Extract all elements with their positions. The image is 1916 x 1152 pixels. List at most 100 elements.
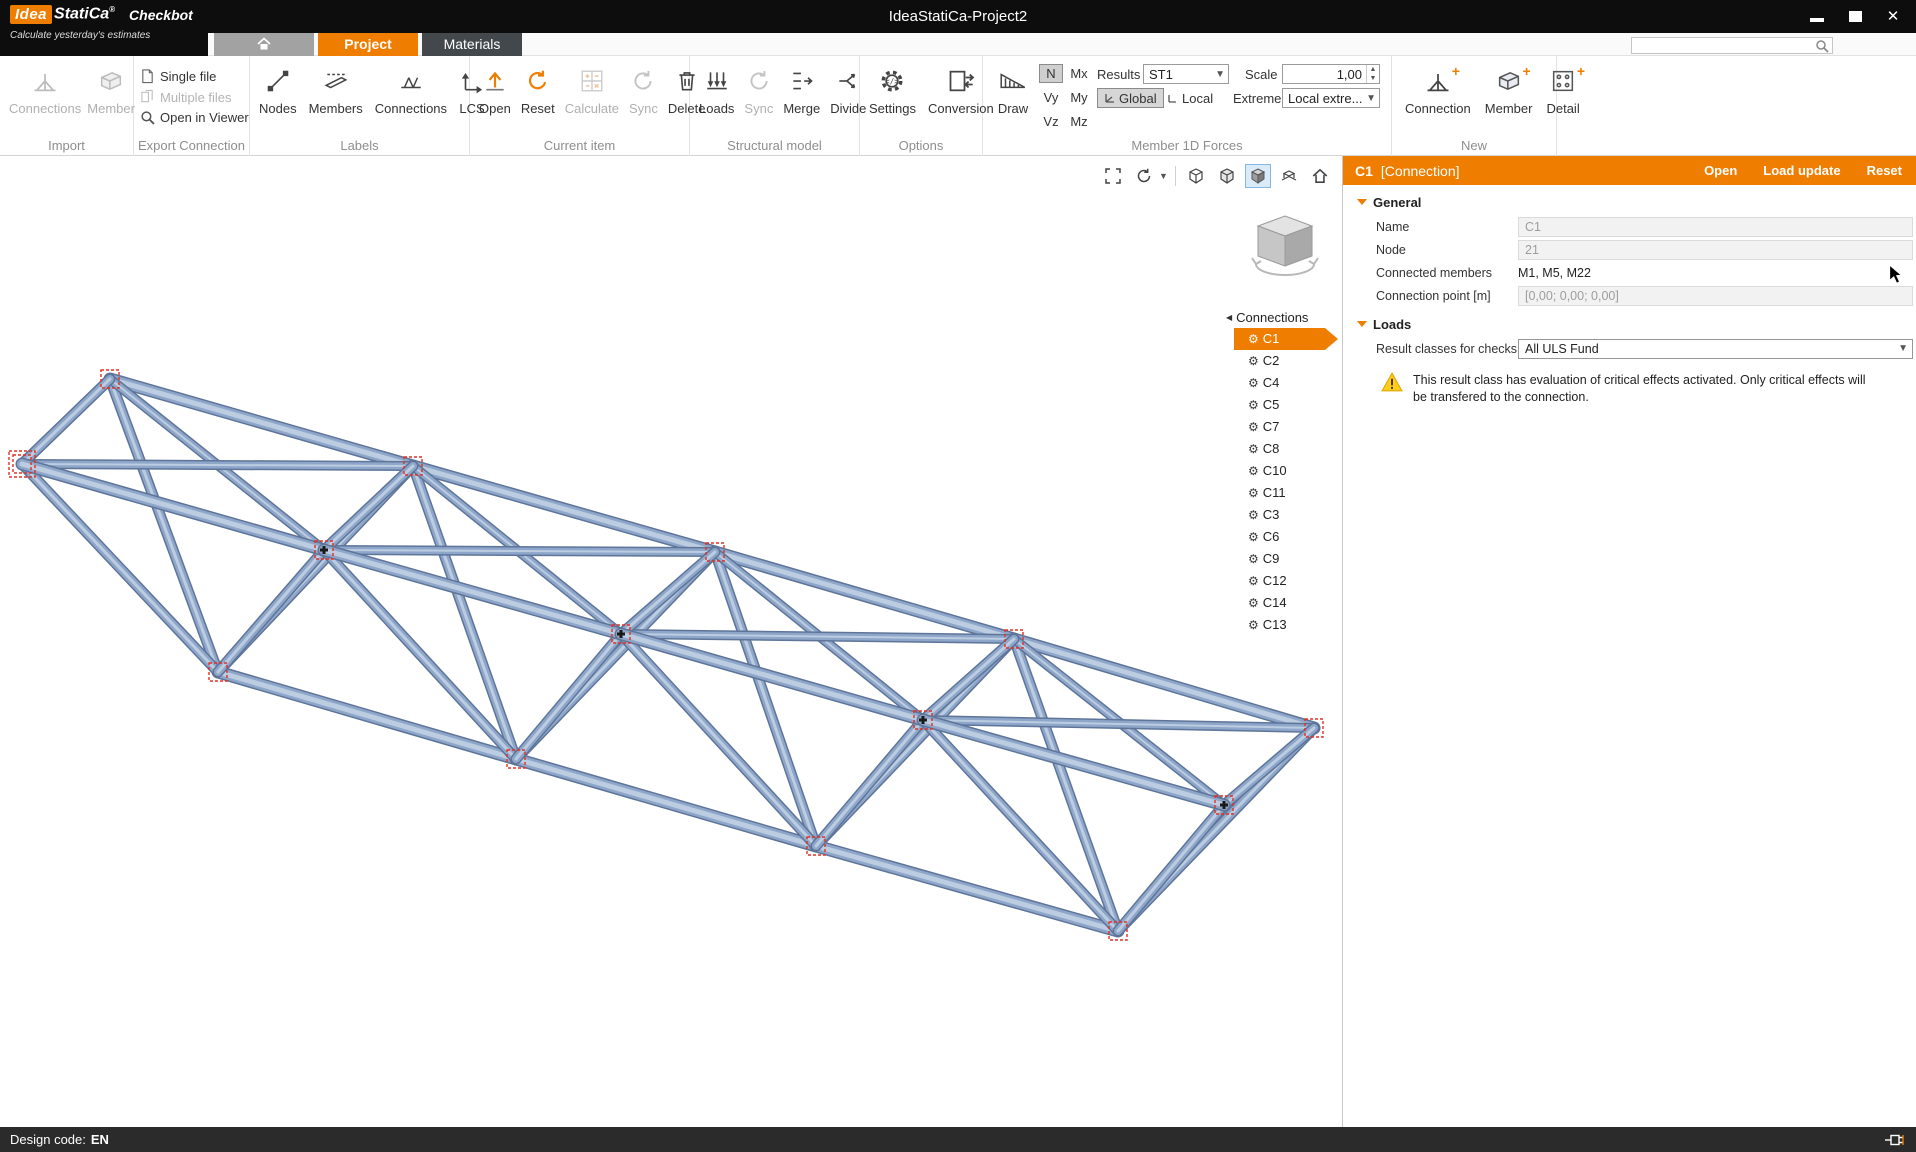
- reset-connection-button[interactable]: Reset: [1867, 163, 1902, 178]
- connection-item-c12[interactable]: ⚙C12: [1226, 570, 1338, 592]
- shaded-view-button[interactable]: [1245, 164, 1271, 188]
- warning-row: This result class has evaluation of crit…: [1343, 360, 1916, 406]
- truss-3d-model[interactable]: [0, 156, 1342, 1127]
- loads-section-header[interactable]: Loads: [1343, 311, 1916, 337]
- forces-draw-button[interactable]: Draw: [991, 62, 1035, 118]
- connection-item-c9[interactable]: ⚙C9: [1226, 548, 1338, 570]
- wireframe-view-button[interactable]: [1183, 164, 1209, 188]
- structural-loads-button[interactable]: Loads: [696, 62, 737, 118]
- connection-item-c7[interactable]: ⚙C7: [1226, 416, 1338, 438]
- tab-home[interactable]: [214, 33, 314, 56]
- new-member-button[interactable]: + Member: [1482, 62, 1536, 118]
- force-toggle-vz[interactable]: Vz: [1039, 112, 1063, 131]
- current-calculate-button[interactable]: Calculate: [562, 62, 622, 118]
- local-toggle-button[interactable]: Local: [1161, 88, 1219, 108]
- results-label: Results: [1097, 67, 1140, 82]
- settings-gear-icon: </>: [878, 67, 906, 95]
- ribbon-group-export: Single file Multiple files Open in Viewe…: [134, 56, 250, 156]
- connection-item-c1[interactable]: ⚙C1: [1234, 328, 1338, 350]
- open-in-viewer-button[interactable]: Open in Viewer: [140, 110, 249, 125]
- structural-sync-button[interactable]: Sync: [741, 62, 776, 118]
- scale-input[interactable]: 1,00 ▲▼: [1282, 64, 1380, 84]
- open-connection-button[interactable]: Open: [1704, 163, 1737, 178]
- connection-item-c14[interactable]: ⚙C14: [1226, 592, 1338, 614]
- fit-view-icon: [1104, 167, 1122, 185]
- export-single-file-button[interactable]: Single file: [140, 68, 249, 84]
- search-input[interactable]: [1631, 37, 1833, 54]
- extreme-label: Extreme: [1233, 91, 1281, 106]
- fit-view-button[interactable]: [1100, 164, 1126, 188]
- section-view-button[interactable]: [1276, 164, 1302, 188]
- minimize-button[interactable]: [1802, 6, 1832, 26]
- force-toggle-mx[interactable]: Mx: [1067, 64, 1091, 83]
- labels-connections-button[interactable]: Connections: [372, 62, 450, 118]
- close-button[interactable]: ✕: [1878, 6, 1908, 26]
- load-update-button[interactable]: Load update: [1763, 163, 1840, 178]
- settings-button[interactable]: </> Settings: [866, 62, 919, 118]
- orbit-button[interactable]: [1131, 164, 1157, 188]
- force-toggle-my[interactable]: My: [1067, 88, 1091, 107]
- status-connection-icon[interactable]: [1884, 1132, 1906, 1148]
- import-connections-button[interactable]: Connections: [6, 62, 84, 118]
- connection-item-c4[interactable]: ⚙C4: [1226, 372, 1338, 394]
- connection-item-c13[interactable]: ⚙C13: [1226, 614, 1338, 636]
- orbit-options-chevron[interactable]: ▼: [1159, 171, 1168, 181]
- tab-project[interactable]: Project: [318, 33, 418, 56]
- connection-item-label: C5: [1263, 394, 1280, 416]
- node-field[interactable]: 21: [1518, 240, 1913, 260]
- connection-item-label: C11: [1263, 482, 1286, 504]
- single-file-icon: [140, 68, 155, 84]
- connection-item-label: C2: [1263, 350, 1280, 372]
- import-member-button[interactable]: Member: [84, 62, 138, 118]
- labels-nodes-button[interactable]: Nodes: [256, 62, 300, 118]
- name-field[interactable]: C1: [1518, 217, 1913, 237]
- connection-item-c2[interactable]: ⚙C2: [1226, 350, 1338, 372]
- connection-item-label: C6: [1263, 526, 1280, 548]
- connections-tree-header[interactable]: ◀ Connections: [1226, 306, 1338, 328]
- result-classes-dropdown[interactable]: All ULS Fund ▼: [1518, 339, 1913, 359]
- navigation-cube[interactable]: [1248, 208, 1322, 288]
- node-row: Node 21: [1343, 238, 1916, 261]
- current-reset-button[interactable]: Reset: [518, 62, 558, 118]
- reset-icon: [525, 68, 551, 94]
- connection-item-c6[interactable]: ⚙C6: [1226, 526, 1338, 548]
- home-view-button[interactable]: [1307, 164, 1333, 188]
- connection-point-field[interactable]: [0,00; 0,00; 0,00]: [1518, 286, 1913, 306]
- section-collapse-icon: [1357, 321, 1367, 327]
- group-label-new: New: [1392, 138, 1556, 153]
- connection-item-label: C7: [1263, 416, 1280, 438]
- svg-text:</>: </>: [886, 77, 900, 86]
- force-toggle-mz[interactable]: Mz: [1067, 112, 1091, 131]
- force-toggle-vy[interactable]: Vy: [1039, 88, 1063, 107]
- title-bar: IdeaStatiCa-Project2 ✕: [0, 0, 1916, 33]
- connection-item-c8[interactable]: ⚙C8: [1226, 438, 1338, 460]
- viewport-3d[interactable]: ▼: [0, 156, 1342, 1127]
- ribbon-group-member-forces: Draw N Vy Vz Mx My Mz Results ST1▼ Globa…: [983, 56, 1392, 156]
- connection-item-c3[interactable]: ⚙C3: [1226, 504, 1338, 526]
- export-multiple-files-button[interactable]: Multiple files: [140, 89, 249, 105]
- spinner-arrows[interactable]: ▲▼: [1366, 65, 1379, 83]
- force-toggle-n[interactable]: N: [1039, 64, 1063, 83]
- maximize-button[interactable]: [1840, 6, 1870, 26]
- collapse-triangle-icon: ◀: [1226, 313, 1232, 322]
- connection-item-c11[interactable]: ⚙C11: [1226, 482, 1338, 504]
- gear-icon: ⚙: [1248, 614, 1259, 636]
- results-dropdown[interactable]: ST1▼: [1143, 64, 1229, 84]
- labels-members-button[interactable]: Members: [306, 62, 366, 118]
- chevron-down-icon: ▼: [1366, 93, 1376, 104]
- tab-materials[interactable]: Materials: [422, 33, 522, 56]
- new-connection-button[interactable]: + Connection: [1402, 62, 1474, 118]
- connections-tree: ◀ Connections ⚙C1⚙C2⚙C4⚙C5⚙C7⚙C8⚙C10⚙C11…: [1226, 306, 1338, 636]
- general-section-header[interactable]: General: [1343, 189, 1916, 215]
- solid-view-button[interactable]: [1214, 164, 1240, 188]
- selected-connection-name: C1: [1355, 163, 1373, 179]
- scale-label: Scale: [1245, 67, 1278, 82]
- group-label-options: Options: [860, 138, 982, 153]
- global-toggle-button[interactable]: Global: [1097, 88, 1164, 108]
- connection-item-c5[interactable]: ⚙C5: [1226, 394, 1338, 416]
- structural-merge-button[interactable]: Merge: [780, 62, 823, 118]
- current-sync-button[interactable]: Sync: [626, 62, 661, 118]
- current-open-button[interactable]: Open: [476, 62, 514, 118]
- extreme-dropdown[interactable]: Local extre...▼: [1282, 88, 1380, 108]
- connection-item-c10[interactable]: ⚙C10: [1226, 460, 1338, 482]
